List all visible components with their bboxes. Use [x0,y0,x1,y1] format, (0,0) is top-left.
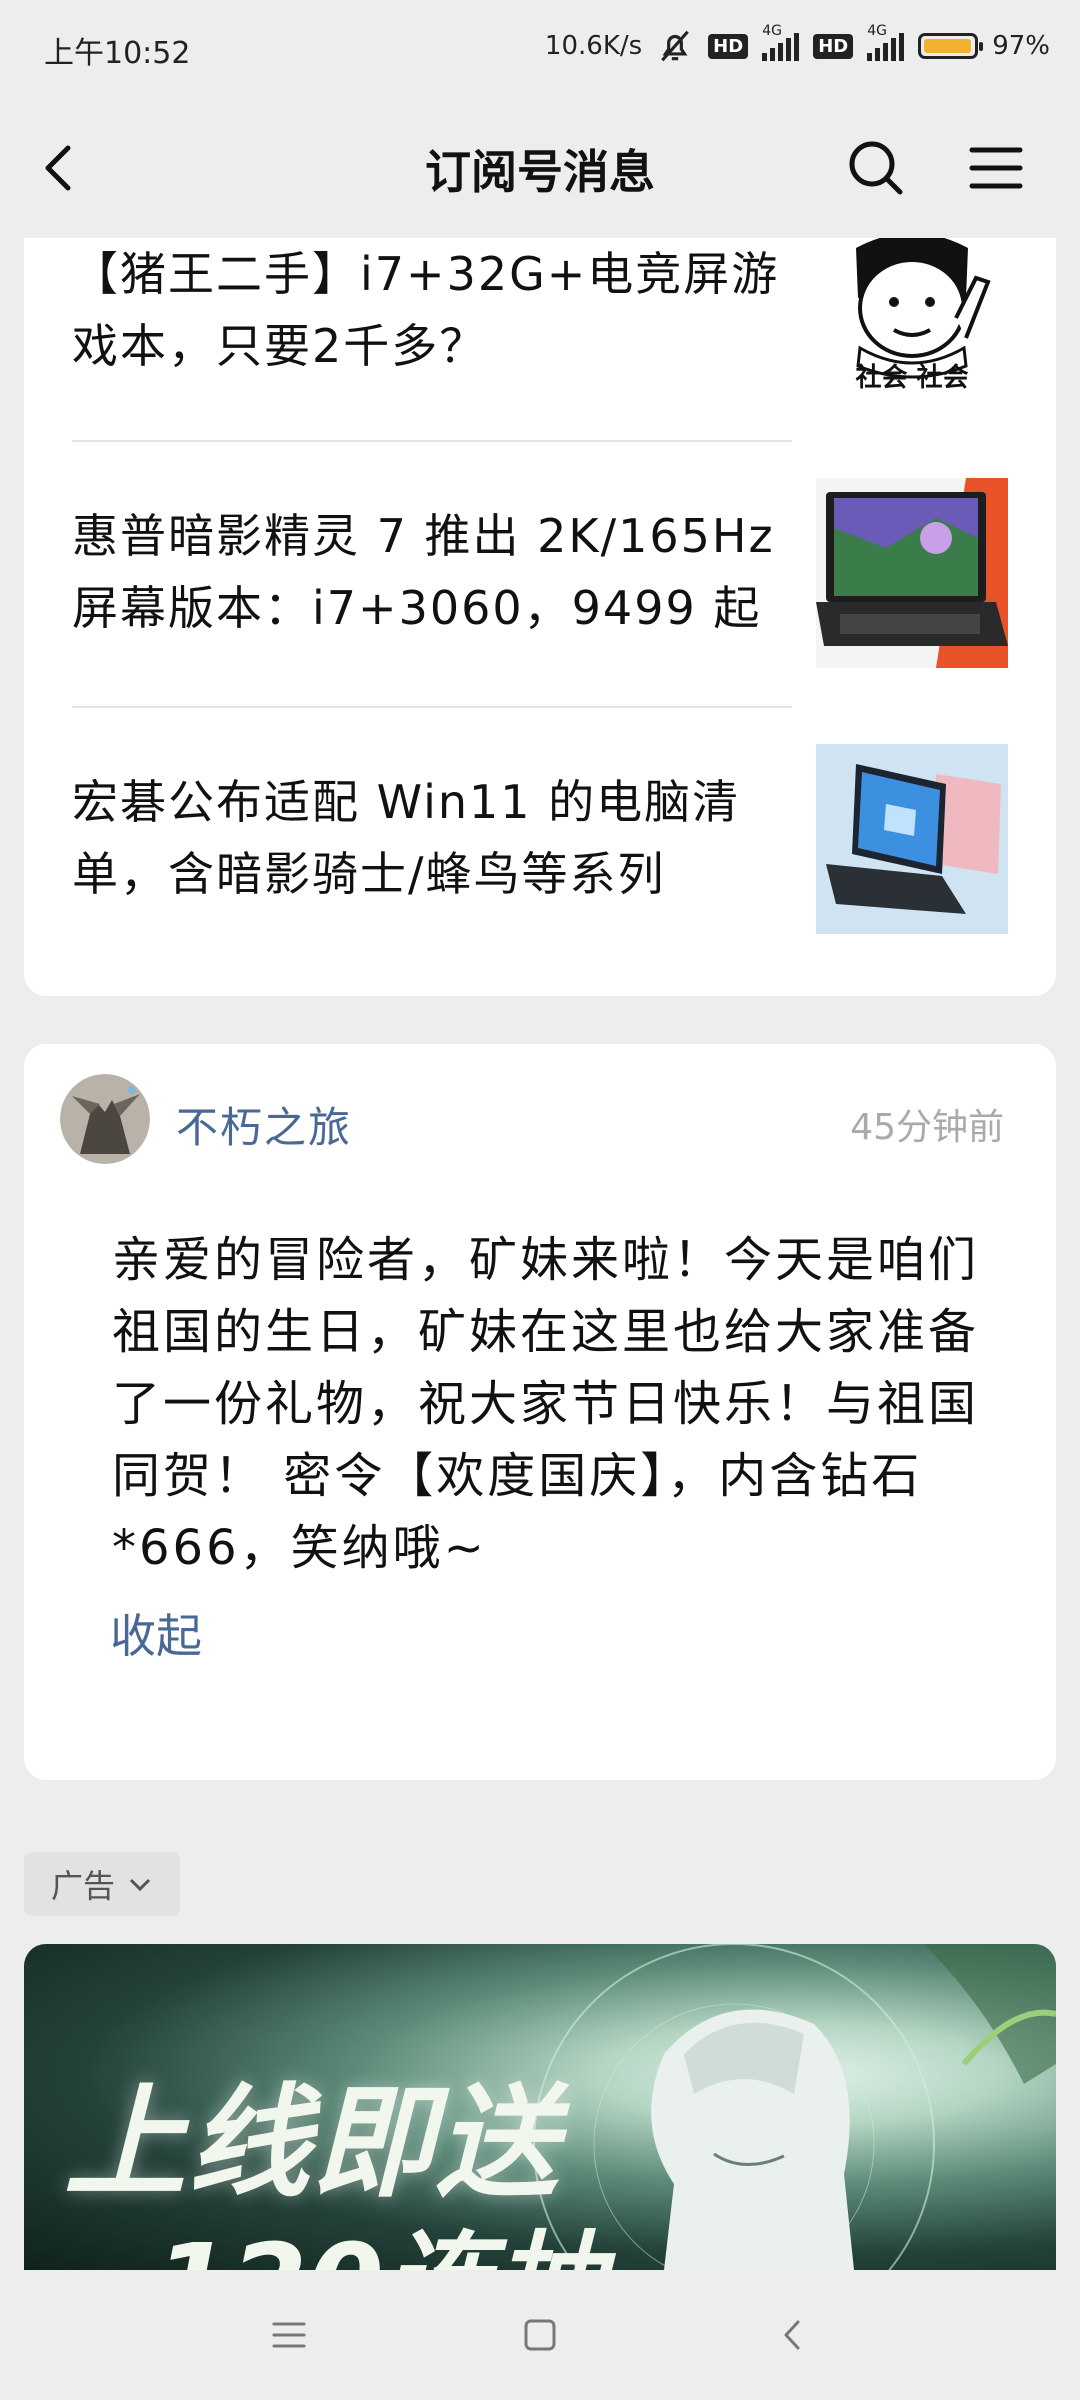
hd-badge: HD [813,33,854,59]
subscription-post-card: 不朽之旅 45分钟前 亲爱的冒险者，矿妹来啦！今天是咱们祖国的生日，矿妹在这里也… [24,1044,1056,1780]
mute-icon [661,30,690,62]
article-item-1[interactable]: 【猪王二手】i7+32G+电竞屏游戏本，只要2千多？ [72,238,792,382]
laptop-thumbnail[interactable] [816,744,1008,934]
divider [72,440,792,442]
back-icon[interactable] [768,2310,818,2360]
system-nav-bar [0,2270,1080,2400]
ad-banner[interactable]: 上线即送 120连抽 [24,1944,1056,2270]
battery-icon [918,33,984,59]
signal-icon: 4G [762,23,800,61]
hd-badge: HD [708,33,749,59]
battery-fill [924,39,971,53]
battery-percent: 97% [992,31,1050,61]
meme-thumbnail[interactable]: 社会 社会 [816,238,1008,428]
network-speed: 10.6K/s [544,31,643,61]
laptop-thumbnail[interactable] [816,478,1008,668]
sim2-type: 4G [867,23,887,39]
avatar[interactable] [60,1074,150,1164]
status-time: 上午10:52 [44,36,191,71]
ad-label: 广告 [50,1867,115,1905]
article-item-2[interactable]: 惠普暗影精灵 7 推出 2K/165Hz 屏幕版本：i7+3060，9499 起 [72,500,792,644]
chevron-down-icon [129,1878,151,1892]
sim1-type: 4G [762,23,782,39]
post-time: 45分钟前 [850,1107,1004,1148]
status-icons: 10.6K/s HD 4G HD 4G 97% [544,23,1050,66]
search-icon[interactable] [840,132,912,204]
collapse-link[interactable]: 收起 [110,1600,202,1666]
top-app-bar: 订阅号消息 [0,96,1080,238]
meme-caption: 社会 社会 [855,362,968,393]
article-list-card: 【猪王二手】i7+32G+电竞屏游戏本，只要2千多？ 社会 社会 惠普暗影精灵 … [24,238,1056,996]
menu-icon[interactable] [960,132,1032,204]
status-bar: 上午10:52 10.6K/s HD 4G HD 4G 97% [0,0,1080,96]
ad-tag[interactable]: 广告 [24,1852,180,1916]
page-title: 订阅号消息 [425,145,655,199]
signal-icon: 4G [867,23,905,61]
home-icon[interactable] [515,2310,565,2360]
article-item-3[interactable]: 宏碁公布适配 Win11 的电脑清单，含暗影骑士/蜂鸟等系列 [72,766,792,910]
account-name[interactable]: 不朽之旅 [176,1094,352,1155]
ad-subheadline: 120连抽 [154,2194,604,2270]
divider [72,706,792,708]
post-body: 亲爱的冒险者，矿妹来啦！今天是咱们祖国的生日，矿妹在这里也给大家准备了一份礼物，… [112,1232,980,1576]
recent-apps-icon[interactable] [264,2310,314,2360]
